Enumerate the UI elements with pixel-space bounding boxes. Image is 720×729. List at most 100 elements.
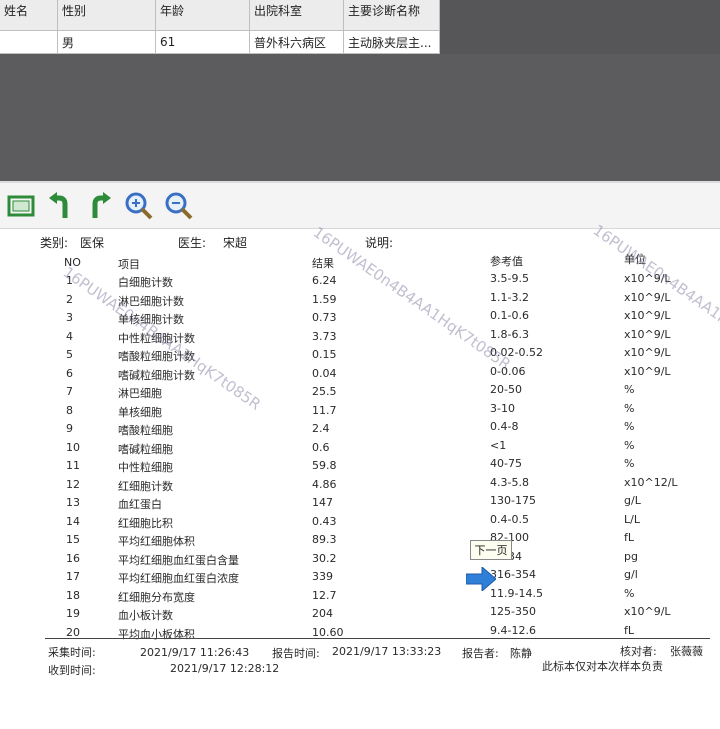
row-unit: fL xyxy=(624,623,635,637)
row-item: 嗜酸粒细胞 xyxy=(118,424,173,437)
table-row: 10 嗜碱粒细胞 0.6 <1% xyxy=(0,438,720,458)
disclaimer-text: 此标本仅对本次样本负责 xyxy=(542,660,663,673)
row-no: 7 xyxy=(66,385,73,398)
row-unit: x10^12/L xyxy=(624,475,678,489)
grid-header-age[interactable]: 年龄 xyxy=(156,0,250,30)
collect-time-value: 2021/9/17 11:26:43 xyxy=(140,646,250,659)
header-item: 项目 xyxy=(118,258,140,271)
row-result: 30.2 xyxy=(312,551,337,565)
row-unit: x10^9/L xyxy=(624,327,671,341)
grid-cell-diagnosis[interactable]: 主动脉夹层主... xyxy=(344,31,440,53)
report-time-label: 报告时间: xyxy=(272,647,320,660)
table-header-row: NO 项目 结果 参考值 单位 xyxy=(0,253,720,271)
row-unit: L/L xyxy=(624,512,640,526)
row-result: 59.8 xyxy=(312,459,337,472)
row-no: 20 xyxy=(66,625,80,639)
grid-cell-dept[interactable]: 普外科六病区 xyxy=(250,31,344,53)
row-unit: x10^9/L xyxy=(624,346,671,359)
category-label: 类别: xyxy=(40,236,69,250)
table-row: 13 血红蛋白 147 130-175 g/L xyxy=(0,494,720,513)
row-ref: 0.4-0.5 xyxy=(490,512,529,526)
row-ref: 11.9-14.5 xyxy=(490,586,543,600)
grid-header-dept[interactable]: 出院科室 xyxy=(250,0,344,30)
row-item: 血小板计数 xyxy=(118,609,173,622)
row-result: 89.3 xyxy=(312,533,337,546)
row-ref: 20-50 xyxy=(490,383,522,396)
row-no: 12 xyxy=(66,477,80,491)
grid-cell-name[interactable] xyxy=(0,31,58,53)
table-row: 7 淋巴细胞 25.5 20-50% xyxy=(0,383,720,402)
row-no: 17 xyxy=(66,570,80,583)
zoom-out-icon[interactable] xyxy=(164,191,194,221)
row-ref: 1.1-3.2 xyxy=(490,290,529,304)
row-unit: x10^9/L xyxy=(624,290,671,304)
row-unit: x10^9/L xyxy=(624,309,671,322)
row-item: 平均红细胞血红蛋白浓度 xyxy=(118,572,239,585)
fit-page-icon[interactable] xyxy=(6,191,36,221)
category-value: 医保 xyxy=(80,236,105,250)
row-no: 3 xyxy=(66,311,73,324)
redo-arrow-icon[interactable] xyxy=(84,191,114,221)
table-row: 12 红细胞计数 4.86 4.3-5.8 x10^12/L xyxy=(0,475,720,495)
grid-header-name[interactable]: 姓名 xyxy=(0,0,58,30)
row-ref: 4.3-5.8 xyxy=(490,475,529,489)
table-row: 14 红细胞比积 0.43 0.4-0.5 L/L xyxy=(0,512,720,532)
row-ref: <1 xyxy=(490,438,507,452)
row-unit: fL xyxy=(624,531,635,544)
row-result: 339 xyxy=(312,570,333,583)
undo-arrow-icon[interactable] xyxy=(46,191,76,221)
table-row: 6 嗜碱粒细胞计数 0.04 0-0.06 x10^9/L xyxy=(0,364,720,384)
reviewer-label: 核对者: xyxy=(620,645,657,658)
row-item: 中性粒细胞 xyxy=(118,461,173,474)
row-no: 6 xyxy=(66,366,73,380)
row-no: 1 xyxy=(66,274,73,287)
grid-header-gender[interactable]: 性别 xyxy=(58,0,156,30)
row-unit: % xyxy=(624,420,635,433)
row-ref: 9.4-12.6 xyxy=(490,623,536,637)
doctor-label: 医生: xyxy=(178,236,207,250)
row-unit: x10^9/L xyxy=(624,605,671,618)
footer-divider xyxy=(45,638,710,639)
row-item: 红细胞比积 xyxy=(118,516,173,530)
reporter-value: 陈静 xyxy=(510,647,532,660)
row-no: 4 xyxy=(66,329,73,343)
row-result: 6.24 xyxy=(312,274,337,287)
zoom-in-icon[interactable] xyxy=(124,191,154,221)
row-no: 15 xyxy=(66,533,80,546)
row-item: 中性粒细胞计数 xyxy=(118,331,195,345)
row-item: 嗜碱粒细胞计数 xyxy=(118,368,195,382)
grid-cell-gender[interactable]: 男 xyxy=(58,31,156,53)
row-result: 4.86 xyxy=(312,477,337,491)
row-item: 嗜碱粒细胞 xyxy=(118,442,173,456)
next-page-tooltip: 下一页 xyxy=(470,540,512,560)
grid-cell-age[interactable]: 61 xyxy=(156,31,250,53)
report-info-bar: 类别: 医保 医生: 宋超 说明: xyxy=(0,229,720,251)
table-row: 9 嗜酸粒细胞 2.4 0.4-8% xyxy=(0,420,720,439)
row-ref: 3.5-9.5 xyxy=(490,272,529,285)
table-row: 11 中性粒细胞 59.8 40-75% xyxy=(0,457,720,476)
row-result: 147 xyxy=(312,496,333,509)
receive-time-value: 2021/9/17 12:28:12 xyxy=(170,662,280,675)
row-ref: 130-175 xyxy=(490,494,536,507)
row-ref: 0-0.06 xyxy=(490,364,526,378)
row-item: 淋巴细胞计数 xyxy=(118,294,184,308)
report-toolbar xyxy=(0,183,720,229)
row-result: 0.43 xyxy=(312,514,337,528)
row-unit: % xyxy=(624,586,635,600)
doctor-value: 宋超 xyxy=(223,236,248,250)
row-no: 18 xyxy=(66,588,80,602)
row-ref: 1.8-6.3 xyxy=(490,327,529,341)
row-result: 11.7 xyxy=(312,403,337,417)
table-row: 16平均红细胞血红蛋白含量30.227-34pg xyxy=(0,550,720,569)
row-unit: % xyxy=(624,438,635,452)
row-unit: % xyxy=(624,401,635,415)
table-row: 19 血小板计数 204 125-350 x10^9/L xyxy=(0,605,720,624)
row-ref: 3-10 xyxy=(490,401,515,415)
grid-header-diagnosis[interactable]: 主要诊断名称 xyxy=(344,0,440,30)
next-page-arrow-icon[interactable] xyxy=(465,565,497,595)
row-item: 红细胞分布宽度 xyxy=(118,590,195,604)
row-no: 11 xyxy=(66,459,80,472)
grid-data-row[interactable]: 男 61 普外科六病区 主动脉夹层主... xyxy=(0,31,440,54)
row-no: 14 xyxy=(66,514,80,528)
row-no: 8 xyxy=(66,403,73,417)
